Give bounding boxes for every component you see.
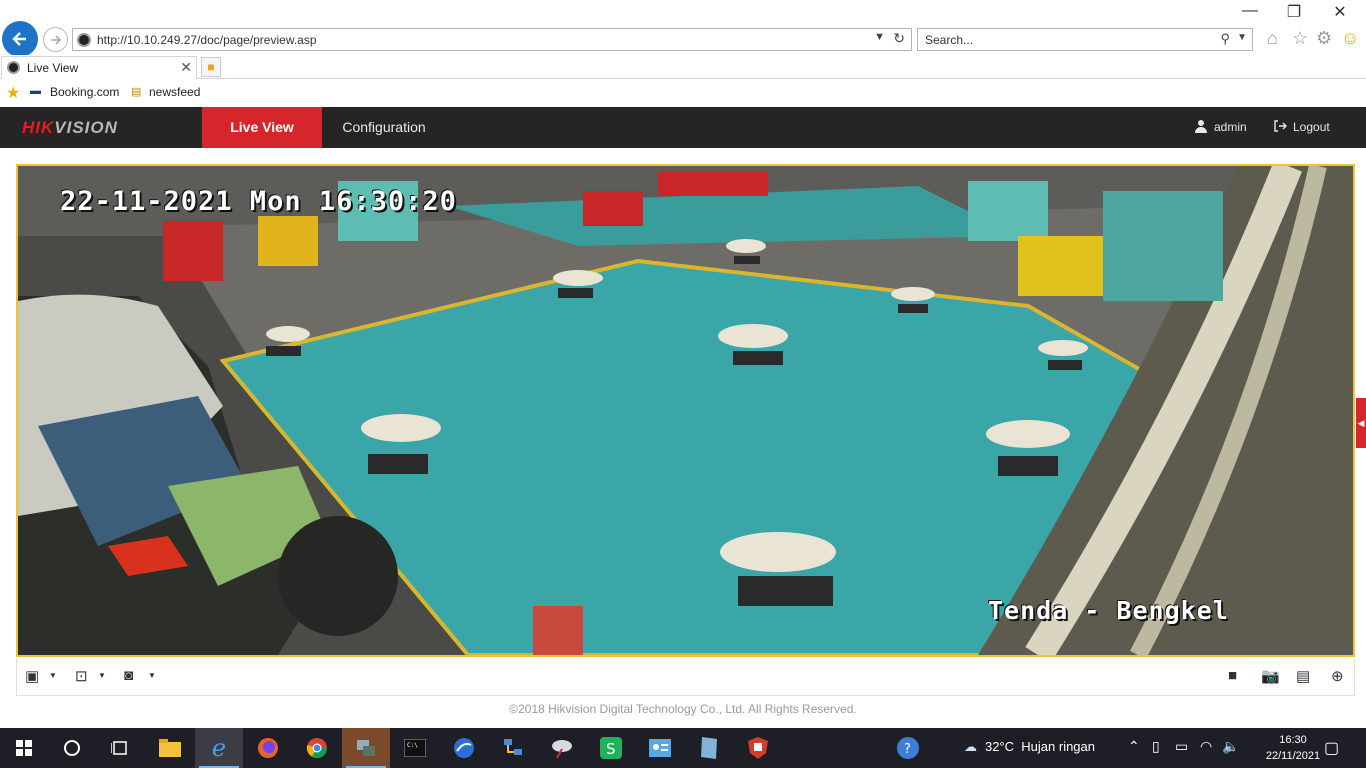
spreadsheet-icon[interactable]: S: [587, 728, 635, 768]
copyright-text: ©2018 Hikvision Digital Technology Co., …: [509, 702, 857, 716]
favorite-booking-link[interactable]: Booking.com: [50, 85, 119, 99]
logout-label: Logout: [1293, 120, 1330, 134]
search-icon[interactable]: ⚲: [1220, 31, 1230, 47]
favorite-newsfeed-link[interactable]: newsfeed: [149, 85, 200, 99]
search-input[interactable]: Search...: [925, 33, 973, 47]
window-layout-dropdown-icon[interactable]: ▼: [49, 671, 57, 680]
username-label: admin: [1214, 120, 1247, 134]
stop-live-view-icon[interactable]: ■: [1228, 667, 1237, 684]
favorites-star-icon[interactable]: ☆: [1292, 28, 1308, 49]
back-arrow-icon: [12, 32, 26, 46]
user-menu[interactable]: admin: [1194, 119, 1247, 134]
tab-configuration-nav[interactable]: Configuration: [322, 107, 446, 148]
file-explorer-icon[interactable]: [146, 728, 194, 768]
help-icon[interactable]: ?: [896, 736, 920, 763]
chrome-icon[interactable]: [293, 728, 341, 768]
address-dropdown-icon[interactable]: ▼: [874, 31, 885, 43]
close-window-button[interactable]: ✕: [1318, 2, 1362, 22]
plugin-type-dropdown-icon[interactable]: ▼: [148, 671, 156, 680]
search-taskbar-button[interactable]: [48, 728, 96, 768]
restore-button[interactable]: ❐: [1272, 2, 1316, 22]
contact-card-icon[interactable]: [636, 728, 684, 768]
live-video-view[interactable]: 22-11-2021 Mon 16:30:20 Tenda - Bengkel: [16, 164, 1355, 657]
record-clip-icon[interactable]: ▤: [1296, 667, 1310, 685]
search-dropdown-icon[interactable]: ▼: [1237, 32, 1247, 43]
new-tab-button[interactable]: ■: [201, 57, 221, 77]
browser-blue-icon[interactable]: [440, 728, 488, 768]
cloud-rain-icon: ☁: [964, 739, 977, 754]
site-favicon-icon: [77, 33, 91, 47]
hikvision-logo: HIKVISION: [22, 118, 118, 137]
start-button[interactable]: [0, 728, 48, 768]
logout-button[interactable]: Logout: [1273, 119, 1330, 134]
window-layout-icon[interactable]: ▣: [25, 667, 39, 685]
minimize-button[interactable]: —: [1228, 2, 1272, 20]
forward-arrow-icon: [50, 34, 61, 45]
tab-strip: Live View ✕ ■: [0, 55, 1366, 79]
osd-camera-name: Tenda - Bengkel: [988, 596, 1229, 625]
tab-live-view[interactable]: Live View ✕: [1, 56, 197, 79]
windows-logo-icon: [16, 740, 32, 756]
forward-button[interactable]: [43, 27, 68, 52]
task-view-icon: [111, 741, 127, 755]
device-icon[interactable]: ▯: [1152, 738, 1160, 755]
weather-widget[interactable]: ☁ 32°C Hujan ringan: [964, 739, 1095, 755]
app-manager-icon[interactable]: [342, 728, 390, 768]
tab-close-icon[interactable]: ✕: [180, 59, 192, 76]
smiley-feedback-icon[interactable]: ☺: [1341, 28, 1359, 49]
wifi-icon[interactable]: ◠: [1200, 738, 1212, 755]
plugin-type-icon[interactable]: ◙: [124, 667, 133, 684]
chevron-up-icon[interactable]: ⌃: [1128, 738, 1140, 755]
clock-time: 16:30: [1279, 734, 1307, 746]
browser-titlebar: http://10.10.249.27/doc/page/preview.asp…: [0, 0, 1366, 57]
refresh-icon[interactable]: ↻: [893, 30, 905, 47]
firefox-icon[interactable]: [244, 728, 292, 768]
system-clock[interactable]: 16:30 22/11/2021: [1262, 732, 1324, 764]
add-favorite-star-icon[interactable]: ★: [6, 83, 20, 103]
tab-title: Live View: [27, 61, 79, 75]
cortana-circle-icon: [64, 740, 80, 756]
url-text[interactable]: http://10.10.249.27/doc/page/preview.asp: [97, 33, 317, 47]
search-box[interactable]: Search... ⚲ ▼: [917, 28, 1253, 51]
windows-taskbar: e C:\ S ? ☁ 32°C Hujan ringan ⌃ ▯ ▭ ◠ 🔈 1…: [0, 728, 1366, 768]
osd-datetime: 22-11-2021 Mon 16:30:20: [60, 186, 457, 217]
svg-text:S: S: [606, 740, 616, 758]
capture-camera-icon[interactable]: 📷: [1261, 667, 1280, 685]
digital-zoom-icon[interactable]: ⊕: [1331, 667, 1344, 685]
address-bar[interactable]: http://10.10.249.27/doc/page/preview.asp…: [72, 28, 912, 51]
back-button[interactable]: [2, 21, 38, 57]
volume-icon[interactable]: 🔈: [1222, 738, 1239, 755]
ptz-panel-toggle-button[interactable]: ◀: [1356, 398, 1366, 448]
svg-text:?: ?: [904, 742, 911, 757]
network-icon[interactable]: [489, 728, 537, 768]
shield-app-icon[interactable]: [734, 728, 782, 768]
battery-icon[interactable]: ▭: [1175, 738, 1188, 755]
satellite-icon[interactable]: [538, 728, 586, 768]
newsfeed-favicon-icon: ▤: [131, 86, 142, 98]
stream-type-icon[interactable]: ⊡: [75, 667, 88, 685]
weather-temperature: 32°C: [985, 739, 1015, 754]
clock-date: 22/11/2021: [1265, 750, 1321, 762]
app-header: HIKVISION Live View Configuration admin …: [0, 107, 1366, 148]
stream-type-dropdown-icon[interactable]: ▼: [98, 671, 106, 680]
booking-favicon-icon: ▬: [30, 85, 41, 97]
player-toolbar: ▣ ▼ ⊡ ▼ ◙ ▼ ■ 📷 ▤ ⊕: [16, 658, 1355, 696]
gear-icon[interactable]: ⚙: [1316, 28, 1332, 49]
camera-feed-image: [18, 166, 1353, 655]
task-view-button[interactable]: [96, 728, 144, 768]
favorites-bar: ★ ▬ Booking.com ▤ newsfeed: [0, 80, 1366, 106]
internet-explorer-icon[interactable]: e: [195, 728, 243, 768]
terminal-icon[interactable]: C:\: [391, 728, 439, 768]
weather-condition: Hujan ringan: [1021, 739, 1095, 754]
home-icon[interactable]: ⌂: [1267, 28, 1278, 49]
book-icon[interactable]: [685, 728, 733, 768]
svg-text:C:\: C:\: [407, 742, 418, 749]
tab-favicon-icon: [7, 61, 20, 74]
logout-icon: [1274, 120, 1287, 132]
notification-center-icon[interactable]: ▢: [1324, 738, 1339, 758]
tab-live-view-nav[interactable]: Live View: [202, 107, 322, 148]
user-icon: [1195, 120, 1207, 133]
